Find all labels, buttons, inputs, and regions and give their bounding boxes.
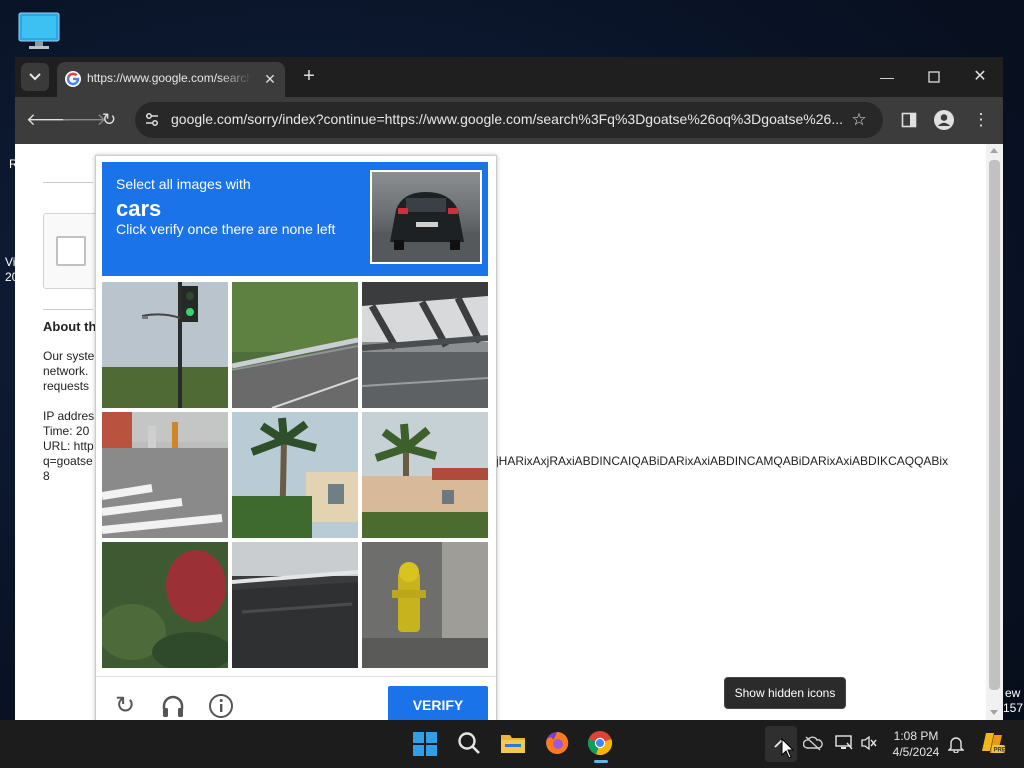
paragraph-line: network. <box>43 364 89 378</box>
tooltip: Show hidden icons <box>724 677 846 709</box>
verify-button[interactable]: VERIFY <box>388 686 488 724</box>
chevron-down-icon <box>29 73 41 81</box>
challenge-instruction: Select all images with <box>116 176 251 192</box>
firefox-icon[interactable] <box>544 730 572 758</box>
scroll-thumb[interactable] <box>989 160 1000 690</box>
tab-title: https://www.google.com/search?q=goatse <box>87 71 252 85</box>
tab-strip: https://www.google.com/search?q=goatse ✕… <box>15 57 1003 97</box>
reload-icon[interactable]: ↻ <box>98 109 120 131</box>
notification-bell-icon[interactable] <box>947 735 965 758</box>
about-heading: About th <box>43 319 97 334</box>
scroll-up-icon[interactable] <box>990 148 998 153</box>
detail-line: URL: http <box>43 439 94 453</box>
tune-icon[interactable] <box>143 111 161 129</box>
taskbar: 1:08 PM 4/5/2024 PRE <box>0 720 1024 768</box>
desktop-edge-text: 157 <box>1003 701 1024 715</box>
divider <box>43 182 93 183</box>
info-icon[interactable] <box>206 691 236 721</box>
google-g-icon <box>65 71 81 87</box>
arrow-right-icon[interactable]: 🡒 <box>61 109 107 131</box>
network-icon[interactable] <box>835 735 853 756</box>
desktop-edge-text: ew <box>1005 686 1021 700</box>
recaptcha-checkbox[interactable] <box>56 236 86 266</box>
star-icon[interactable]: ☆ <box>849 110 869 130</box>
volume-icon[interactable] <box>860 735 878 756</box>
headphones-icon[interactable] <box>158 691 188 721</box>
scroll-down-icon[interactable] <box>990 710 998 715</box>
reload-icon[interactable]: ↻ <box>110 691 140 721</box>
captcha-tile[interactable] <box>232 412 358 538</box>
paragraph-line: requests <box>43 379 90 393</box>
captcha-tile[interactable] <box>232 542 358 668</box>
tab-search-button[interactable] <box>21 63 49 91</box>
page-scrollbar[interactable] <box>986 144 1003 720</box>
chrome-icon[interactable] <box>587 730 615 763</box>
address-bar[interactable]: google.com/sorry/index?continue=https://… <box>135 102 883 138</box>
new-tab-button[interactable]: + <box>299 66 319 87</box>
recaptcha-anchor-box <box>43 213 101 289</box>
browser-tab[interactable]: https://www.google.com/search?q=goatse ✕ <box>57 62 285 97</box>
copilot-pre-icon[interactable]: PRE <box>980 731 1006 760</box>
onedrive-icon[interactable] <box>802 735 823 756</box>
kebab-menu-icon[interactable]: ⋮ <box>970 109 992 131</box>
windows-start-icon[interactable] <box>412 730 440 758</box>
captcha-tile[interactable] <box>362 542 488 668</box>
footer-divider <box>96 676 496 677</box>
recaptcha-challenge: Select all images with cars Click verify… <box>95 155 497 724</box>
search-icon[interactable] <box>456 730 484 758</box>
captcha-tile[interactable] <box>102 412 228 538</box>
challenge-object: cars <box>116 196 162 221</box>
captcha-tile[interactable] <box>362 282 488 408</box>
captcha-tile[interactable] <box>102 282 228 408</box>
clock-time[interactable]: 1:08 PM <box>888 729 944 743</box>
svg-text:PRE: PRE <box>994 748 1006 754</box>
close-window-icon[interactable]: ✕ <box>968 65 992 89</box>
browser-toolbar: 🡐 🡒 ↻ google.com/sorry/index?continue=ht… <box>15 97 1003 144</box>
captcha-tile[interactable] <box>102 542 228 668</box>
maximize-icon[interactable] <box>922 65 946 89</box>
captcha-tile[interactable] <box>362 412 488 538</box>
desktop-edge-text: Vi <box>5 255 16 269</box>
detail-line: q=goatse <box>43 454 93 468</box>
address-text[interactable]: google.com/sorry/index?continue=https://… <box>171 111 851 129</box>
detail-line: 8 <box>43 469 50 483</box>
clock-date[interactable]: 4/5/2024 <box>888 745 944 759</box>
mouse-cursor-icon <box>781 737 795 765</box>
detail-line: IP addres <box>43 409 95 423</box>
minimize-icon[interactable]: — <box>875 65 899 89</box>
computer-icon[interactable] <box>18 12 60 50</box>
challenge-subinstruction: Click verify once there are none left <box>116 221 336 237</box>
captcha-tile[interactable] <box>232 282 358 408</box>
sample-car-image <box>370 170 482 264</box>
challenge-header: Select all images with cars Click verify… <box>102 162 488 276</box>
detail-line: Time: 20 <box>43 424 90 438</box>
close-tab-icon[interactable]: ✕ <box>261 70 279 88</box>
divider <box>43 309 93 310</box>
side-panel-icon[interactable] <box>898 109 920 131</box>
file-explorer-icon[interactable] <box>500 730 528 758</box>
arrow-left-icon[interactable]: 🡐 <box>26 109 72 131</box>
active-indicator <box>594 760 608 763</box>
paragraph-line: Our syste <box>43 349 95 363</box>
url-tail-text: jHARixAxjRAxiABDINCAIQABiDARixAxiABDINCA… <box>496 454 949 468</box>
profile-icon[interactable] <box>933 109 955 131</box>
